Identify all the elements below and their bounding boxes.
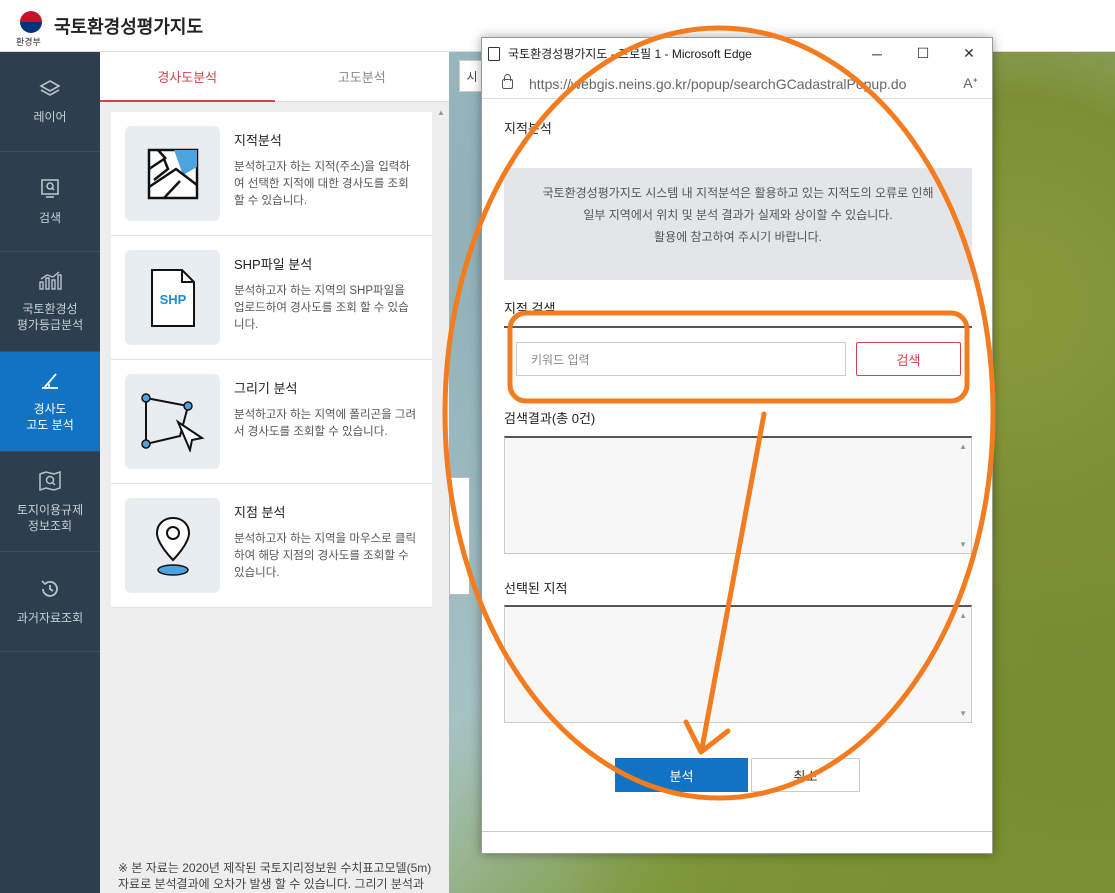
- read-aloud-icon[interactable]: Aᐩ: [963, 75, 978, 92]
- card-shp-analysis[interactable]: SHP SHP파일 분석 분석하고자 하는 지역의 SHP파일을 업로드하여 경…: [111, 236, 432, 360]
- card-description: 분석하고자 하는 지역에 폴리곤을 그려서 경사도를 조회할 수 있습니다.: [234, 409, 417, 438]
- search-button[interactable]: 검색: [856, 342, 961, 376]
- card-description: 분석하고자 하는 지역을 마우스로 클릭하여 해당 지점의 경사도를 조회할 수…: [234, 533, 417, 579]
- analysis-tabs: 경사도분석 고도분석: [100, 52, 449, 102]
- analysis-card-list: 지적분석 분석하고자 하는 지적(주소)을 입력하여 선택한 지적에 대한 경사…: [111, 112, 432, 608]
- popup-content: 지적분석 국토환경성평가지도 시스템 내 지적분석은 활용하고 있는 지적도의 …: [482, 100, 992, 853]
- slope-icon: [39, 371, 61, 393]
- keyword-input[interactable]: 키워드 입력: [516, 342, 846, 376]
- history-icon: [39, 578, 61, 602]
- results-list[interactable]: ▲ ▼: [504, 436, 972, 554]
- taegeuk-emblem: [20, 10, 42, 33]
- tab-elevation-analysis[interactable]: 고도분석: [274, 52, 449, 102]
- scroll-up-arrow-icon[interactable]: ▲: [959, 611, 967, 620]
- left-nav: 레이어 검색 국토환경성 평가등급분석 경사도 고도 분석 토지이용규제 정보조…: [0, 52, 100, 893]
- ministry-name: 환경부: [16, 36, 41, 47]
- scroll-down-arrow-icon[interactable]: ▼: [959, 709, 967, 718]
- popup-footer: [482, 831, 992, 853]
- card-description: 분석하고자 하는 지역의 SHP파일을 업로드하여 경사도를 조회 할 수 있습…: [234, 285, 409, 331]
- scroll-down-arrow-icon[interactable]: ▼: [959, 540, 967, 549]
- nav-label: 경사도 고도 분석: [26, 401, 74, 432]
- notice-line: 일부 지역에서 위치 및 분석 결과가 실제와 상이할 수 있습니다.: [583, 208, 893, 222]
- cadastral-map-icon: [125, 126, 220, 221]
- window-title: 국토환경성평가지도 - 프로필 1 - Microsoft Edge: [508, 47, 752, 61]
- shp-icon-label: SHP: [159, 292, 186, 307]
- read-aloud-label: A: [963, 75, 973, 91]
- edge-popup-window: 국토환경성평가지도 - 프로필 1 - Microsoft Edge ─ ☐ ✕…: [481, 37, 993, 854]
- notice-box: 국토환경성평가지도 시스템 내 지적분석은 활용하고 있는 지적도의 오류로 인…: [504, 168, 972, 280]
- nav-label: 토지이용규제 정보조회: [16, 502, 84, 533]
- scroll-up-arrow-icon[interactable]: ▲: [437, 108, 445, 118]
- close-icon[interactable]: ✕: [946, 38, 992, 69]
- nav-item-slope-analysis[interactable]: 경사도 고도 분석: [0, 352, 100, 452]
- document-icon: [488, 46, 500, 61]
- scroll-up-arrow-icon[interactable]: ▲: [959, 442, 967, 451]
- nav-item-grade-analysis[interactable]: 국토환경성 평가등급분석: [0, 252, 100, 352]
- app-title[interactable]: 국토환경성평가지도: [54, 13, 203, 39]
- analysis-panel: 경사도분석 고도분석 ▲ 지적분석 분석하고자 하는 지적(주소)을 입력하여 …: [100, 52, 449, 893]
- analyze-button[interactable]: 분석: [615, 758, 748, 792]
- card-title: 그리기 분석: [234, 381, 298, 396]
- card-cadastral-analysis[interactable]: 지적분석 분석하고자 하는 지적(주소)을 입력하여 선택한 지적에 대한 경사…: [111, 112, 432, 236]
- map-side-widget[interactable]: [449, 477, 470, 595]
- popup-section-title: 지적분석: [504, 121, 552, 136]
- nav-label: 과거자료조회: [16, 610, 84, 625]
- address-bar[interactable]: https://webgis.neins.go.kr/popup/searchG…: [482, 69, 992, 99]
- map-search-icon: [38, 470, 62, 494]
- card-title: 지점 분석: [234, 505, 286, 520]
- ministry-logo: 환경부: [16, 8, 44, 47]
- nav-label: 검색: [38, 210, 62, 225]
- window-titlebar: 국토환경성평가지도 - 프로필 1 - Microsoft Edge ─ ☐ ✕: [482, 38, 992, 69]
- nav-label: 국토환경성 평가등급분석: [16, 301, 84, 332]
- results-title: 검색결과(총 0건): [504, 411, 596, 426]
- polygon-draw-icon: [125, 374, 220, 469]
- tab-slope-analysis[interactable]: 경사도분석: [100, 52, 275, 102]
- nav-item-history[interactable]: 과거자료조회: [0, 552, 100, 652]
- selected-title: 선택된 지적: [504, 581, 568, 596]
- card-draw-analysis[interactable]: 그리기 분석 분석하고자 하는 지역에 폴리곤을 그려서 경사도를 조회할 수 …: [111, 360, 432, 484]
- data-notice: ※ 본 자료는 2020년 제작된 국토지리정보원 수치표고모델(5m) 자료로…: [118, 861, 432, 891]
- selected-list[interactable]: ▲ ▼: [504, 605, 972, 723]
- maximize-icon[interactable]: ☐: [900, 38, 946, 69]
- card-point-analysis[interactable]: 지점 분석 분석하고자 하는 지역을 마우스로 클릭하여 해당 지점의 경사도를…: [111, 484, 432, 608]
- section-divider: [504, 326, 972, 328]
- card-title: SHP파일 분석: [234, 257, 313, 272]
- nav-item-layer[interactable]: 레이어: [0, 52, 100, 152]
- minimize-icon[interactable]: ─: [854, 38, 900, 69]
- search-section-title: 지적 검색: [504, 301, 556, 316]
- shp-file-icon: SHP: [125, 250, 220, 345]
- bar-chart-icon: [38, 270, 62, 293]
- layers-icon: [39, 79, 61, 101]
- notice-line: 국토환경성평가지도 시스템 내 지적분석은 활용하고 있는 지적도의 오류로 인…: [542, 186, 934, 200]
- cancel-button[interactable]: 취소: [751, 758, 860, 792]
- search-icon: [39, 178, 61, 202]
- nav-item-search[interactable]: 검색: [0, 152, 100, 252]
- url-text[interactable]: https://webgis.neins.go.kr/popup/searchG…: [529, 76, 906, 92]
- nav-item-land-regulation[interactable]: 토지이용규제 정보조회: [0, 452, 100, 552]
- card-description: 분석하고자 하는 지적(주소)을 입력하여 선택한 지적에 대한 경사도를 조회…: [234, 161, 410, 207]
- notice-line: 활용에 참고하여 주시기 바랍니다.: [654, 230, 822, 244]
- nav-label: 레이어: [33, 109, 67, 124]
- location-pin-icon: [125, 498, 220, 593]
- card-title: 지적분석: [234, 133, 282, 148]
- lock-icon[interactable]: [502, 73, 513, 89]
